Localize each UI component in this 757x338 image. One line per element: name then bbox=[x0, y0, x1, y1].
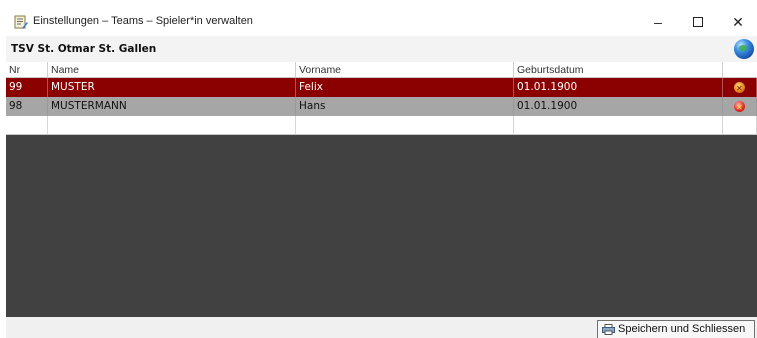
team-name: TSV St. Otmar St. Gallen bbox=[11, 43, 157, 55]
column-header-name[interactable]: Name bbox=[48, 62, 296, 77]
save-and-close-button[interactable]: Speichern und Schliessen bbox=[597, 320, 755, 338]
cell-actions bbox=[723, 97, 757, 116]
maximize-icon bbox=[693, 17, 703, 28]
player-grid: Nr Name Vorname Geburtsdatum 99 MUSTER F… bbox=[6, 62, 757, 317]
save-button-label: Speichern und Schliessen bbox=[618, 323, 746, 335]
grid-header: Nr Name Vorname Geburtsdatum bbox=[6, 62, 757, 78]
title-bar: Einstellungen – Teams – Spieler*in verwa… bbox=[6, 8, 757, 36]
column-header-nr[interactable]: Nr bbox=[6, 62, 48, 77]
column-header-geburtsdatum[interactable]: Geburtsdatum bbox=[514, 62, 723, 77]
cell-nr[interactable]: 99 bbox=[6, 78, 48, 97]
cell-geburtsdatum[interactable]: 01.01.1900 bbox=[514, 97, 723, 116]
close-button[interactable]: ✕ bbox=[720, 8, 756, 36]
settings-document-icon bbox=[14, 15, 28, 29]
window-title: Einstellungen – Teams – Spieler*in verwa… bbox=[33, 15, 253, 27]
cell-nr[interactable]: 98 bbox=[6, 97, 48, 116]
delete-icon[interactable] bbox=[734, 79, 745, 97]
cell-name[interactable]: MUSTER bbox=[48, 78, 296, 97]
cell-name[interactable] bbox=[48, 116, 296, 134]
cell-vorname[interactable]: Felix bbox=[296, 78, 514, 97]
cell-actions bbox=[723, 78, 757, 97]
table-row[interactable]: 99 MUSTER Felix 01.01.1900 bbox=[6, 78, 757, 97]
cell-geburtsdatum[interactable] bbox=[514, 116, 723, 134]
delete-icon[interactable] bbox=[734, 98, 745, 116]
column-header-actions bbox=[723, 62, 757, 77]
printer-icon bbox=[602, 324, 615, 335]
column-header-vorname[interactable]: Vorname bbox=[296, 62, 514, 77]
new-entry-row[interactable] bbox=[6, 116, 757, 135]
cell-vorname[interactable] bbox=[296, 116, 514, 134]
maximize-button[interactable] bbox=[680, 8, 716, 36]
footer-bar: Speichern und Schliessen bbox=[6, 317, 757, 338]
cell-nr[interactable] bbox=[6, 116, 48, 134]
globe-icon[interactable] bbox=[734, 39, 754, 59]
cell-geburtsdatum[interactable]: 01.01.1900 bbox=[514, 78, 723, 97]
cell-actions bbox=[723, 116, 757, 134]
cell-vorname[interactable]: Hans bbox=[296, 97, 514, 116]
table-row[interactable]: 98 MUSTERMANN Hans 01.01.1900 bbox=[6, 97, 757, 116]
cell-name[interactable]: MUSTERMANN bbox=[48, 97, 296, 116]
minimize-button[interactable]: – bbox=[640, 8, 676, 36]
team-header: TSV St. Otmar St. Gallen bbox=[6, 36, 757, 62]
